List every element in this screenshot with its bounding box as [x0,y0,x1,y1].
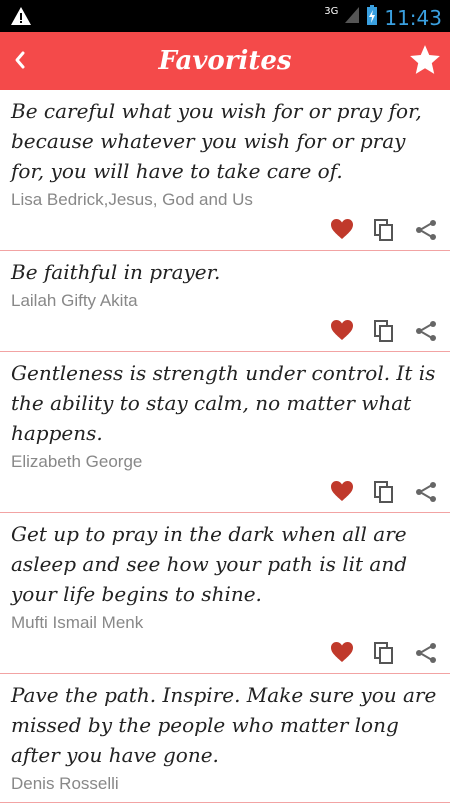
quote-text: Be careful what you wish for or pray for… [11,99,422,183]
page-title: Favorites [158,46,292,76]
copy-icon[interactable] [372,641,396,665]
signal-icon [344,6,360,29]
clock: 11:43 [384,5,442,30]
quote-card: Gentleness is strength under control. It… [0,352,450,513]
copy-icon[interactable] [372,218,396,242]
quote-text: Pave the path. Inspire. Make sure you ar… [11,683,437,767]
share-icon[interactable] [414,480,438,504]
share-icon[interactable] [414,641,438,665]
quote-list: Be careful what you wish for or pray for… [0,90,450,803]
quote-actions [11,641,438,665]
quote-author: Mufti Ismail Menk [11,613,144,632]
quote-author: Lisa Bedrick,Jesus, God and Us [11,190,253,209]
heart-icon[interactable] [330,641,354,665]
app-bar: Favorites [0,32,450,90]
quote-text: Gentleness is strength under control. It… [11,361,436,445]
quote-actions [11,319,438,343]
copy-icon[interactable] [372,480,396,504]
quote-actions [11,218,438,242]
back-arrow-icon[interactable] [10,46,40,76]
heart-icon[interactable] [330,480,354,504]
battery-icon [366,4,378,31]
quote-card: Get up to pray in the dark when all are … [0,513,450,674]
quote-author: Elizabeth George [11,452,143,471]
heart-icon[interactable] [330,218,354,242]
quote-author: Denis Rosselli [11,774,119,793]
quote-author: Lailah Gifty Akita [11,291,138,310]
heart-icon[interactable] [330,319,354,343]
share-icon[interactable] [414,218,438,242]
quote-text: Be faithful in prayer. [11,260,221,284]
star-icon[interactable] [408,43,442,77]
share-icon[interactable] [414,319,438,343]
quote-text: Get up to pray in the dark when all are … [11,522,408,606]
copy-icon[interactable] [372,319,396,343]
warning-icon [10,6,32,31]
quote-card: Be careful what you wish for or pray for… [0,90,450,251]
status-bar: 3G 11:43 [0,0,450,32]
quote-actions [11,480,438,504]
quote-card: Be faithful in prayer. Lailah Gifty Akit… [0,251,450,352]
quote-card: Pave the path. Inspire. Make sure you ar… [0,674,450,803]
network-type: 3G [324,6,339,17]
